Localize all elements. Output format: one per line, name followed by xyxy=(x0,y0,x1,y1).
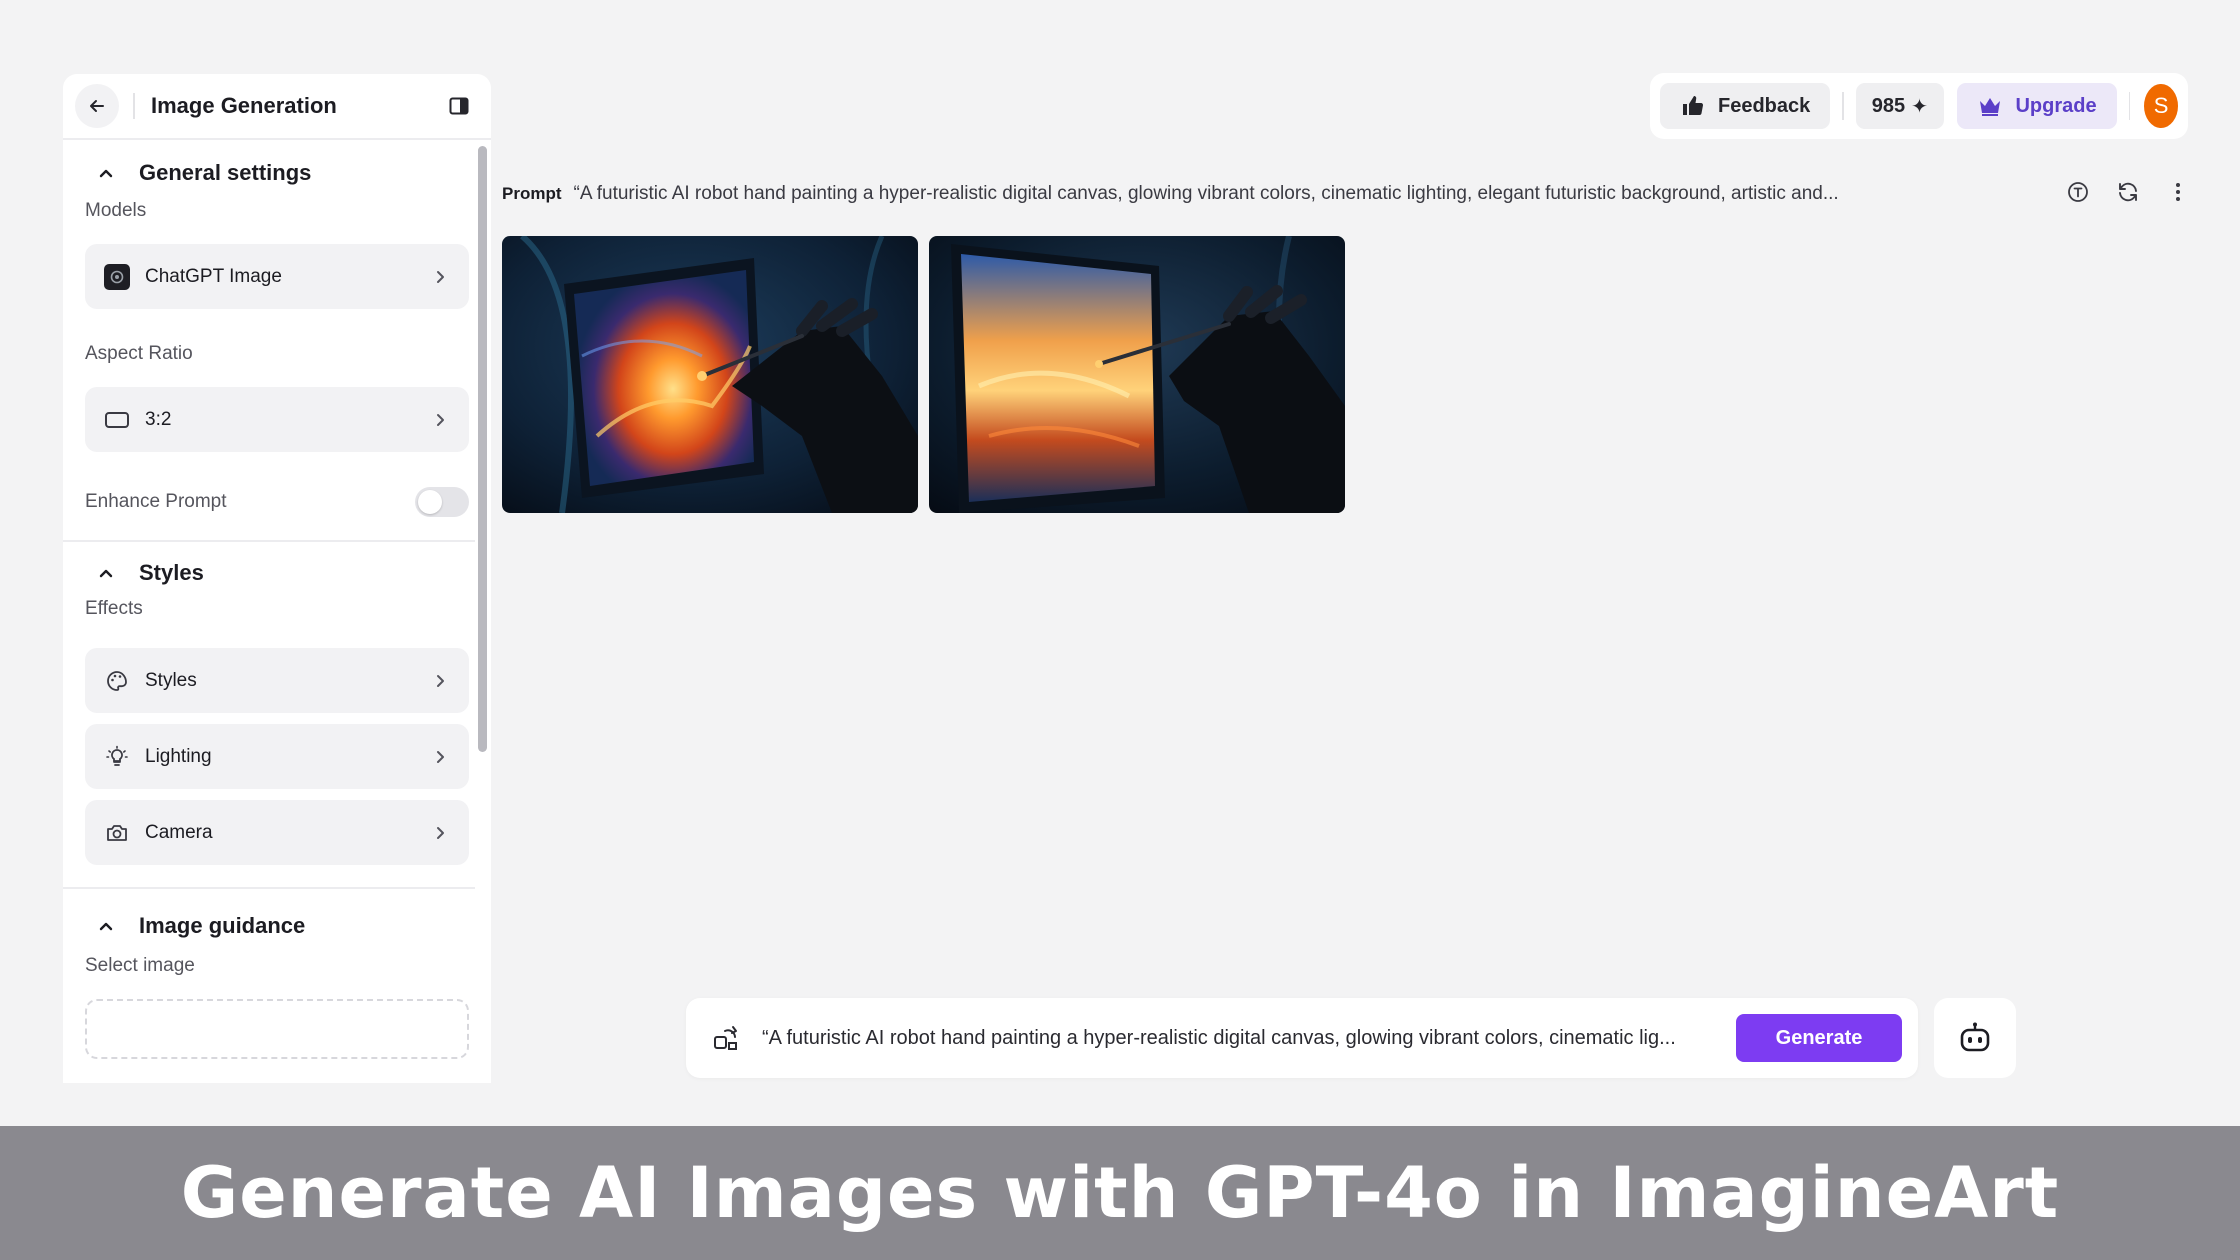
topbar-divider xyxy=(1950,92,1952,120)
prompt-actions xyxy=(2064,178,2192,206)
image-dropzone[interactable] xyxy=(85,999,469,1059)
camera-icon xyxy=(107,824,127,841)
sidebar-title: Image Generation xyxy=(151,93,337,118)
top-action-bar: Feedback 985 ✦ Upgrade S xyxy=(1650,73,2188,139)
regenerate-button[interactable] xyxy=(2114,178,2142,206)
camera-select-label: Camera xyxy=(145,821,213,843)
styles-section-title: Styles xyxy=(139,560,204,585)
collapse-panel-button[interactable] xyxy=(441,88,477,124)
general-settings-toggle[interactable]: General settings xyxy=(63,140,491,206)
generated-image-1[interactable] xyxy=(502,236,918,513)
chevron-right-icon xyxy=(437,826,444,839)
prompt-enhance-button[interactable] xyxy=(710,1022,742,1054)
generate-button[interactable]: Generate xyxy=(1736,1014,1902,1062)
text-prompt-button[interactable] xyxy=(2064,178,2092,206)
camera-select[interactable]: Camera xyxy=(85,800,469,865)
credits-count: 985 xyxy=(1871,94,1906,117)
credits-badge[interactable]: 985 ✦ xyxy=(1855,83,1944,129)
prompt-text: “A futuristic AI robot hand painting a h… xyxy=(573,183,1839,204)
model-value: ChatGPT Image xyxy=(145,265,282,287)
chevron-right-icon xyxy=(437,413,444,426)
lighting-select[interactable]: Lighting xyxy=(85,724,469,789)
chevron-right-icon xyxy=(437,674,444,687)
crown-icon xyxy=(1980,98,2001,116)
aspect-ratio-select[interactable]: 3:2 xyxy=(85,387,469,452)
feedback-button[interactable]: Feedback xyxy=(1660,83,1831,129)
prompt-composer[interactable]: “A futuristic AI robot hand painting a h… xyxy=(686,998,1918,1078)
arrow-left-icon xyxy=(90,100,104,112)
palette-icon xyxy=(107,670,127,691)
more-options-button[interactable] xyxy=(2164,178,2192,206)
composer-text[interactable]: “A futuristic AI robot hand painting a h… xyxy=(762,1027,1700,1050)
lightbulb-icon xyxy=(106,745,128,766)
generated-image-2[interactable] xyxy=(929,236,1345,513)
caption-banner: Generate AI Images with GPT-4o in Imagin… xyxy=(0,1126,2240,1260)
aspect-ratio-icon xyxy=(105,411,129,428)
enhance-prompt-toggle[interactable] xyxy=(415,487,469,517)
section-divider xyxy=(63,887,475,889)
model-select[interactable]: ChatGPT Image xyxy=(85,244,469,309)
chevron-right-icon xyxy=(437,750,444,763)
upgrade-label: Upgrade xyxy=(2015,94,2097,117)
refresh-icon xyxy=(2119,182,2137,202)
aspect-ratio-label: Aspect Ratio xyxy=(85,343,193,364)
aspect-ratio-value: 3:2 xyxy=(145,408,172,430)
chevron-right-icon xyxy=(437,270,444,283)
chevron-up-icon xyxy=(99,569,113,578)
more-vertical-icon xyxy=(2176,183,2180,201)
select-image-label: Select image xyxy=(85,955,195,976)
image-guidance-toggle[interactable]: Image guidance xyxy=(63,893,491,959)
upgrade-button[interactable]: Upgrade xyxy=(1957,83,2117,129)
topbar-divider xyxy=(2128,92,2131,120)
styles-select[interactable]: Styles xyxy=(85,648,469,713)
header-divider xyxy=(133,93,135,119)
sidebar-scrollbar[interactable] xyxy=(478,146,487,752)
panel-toggle-icon xyxy=(449,97,469,115)
caption-text: Generate AI Images with GPT-4o in Imagin… xyxy=(180,1152,2060,1234)
styles-select-label: Styles xyxy=(145,669,197,691)
chatgpt-logo-icon xyxy=(104,263,130,290)
topbar-divider xyxy=(1842,92,1844,120)
enhance-prompt-label: Enhance Prompt xyxy=(85,491,227,512)
robot-icon xyxy=(1960,1022,1990,1052)
models-label: Models xyxy=(85,200,147,221)
thumbs-up-icon xyxy=(1683,96,1704,116)
assistant-button[interactable] xyxy=(1934,998,2016,1078)
image-guidance-title: Image guidance xyxy=(139,913,306,938)
chevron-up-icon xyxy=(99,169,113,178)
general-settings-title: General settings xyxy=(139,160,312,185)
styles-section-toggle[interactable]: Styles xyxy=(63,540,491,606)
back-button[interactable] xyxy=(75,84,119,128)
settings-sidebar: Image Generation General settings Models… xyxy=(63,74,491,1083)
enhance-prompt-row: Enhance Prompt xyxy=(63,474,491,530)
text-box-icon xyxy=(2068,182,2088,202)
sparkle-icon: ✦ xyxy=(1911,95,1928,118)
sidebar-header: Image Generation xyxy=(63,74,491,140)
shapes-swap-icon xyxy=(714,1026,737,1050)
effects-label: Effects xyxy=(85,598,143,619)
user-avatar[interactable]: S xyxy=(2144,84,2178,128)
feedback-label: Feedback xyxy=(1718,94,1811,117)
prompt-display: Prompt “A futuristic AI robot hand paint… xyxy=(502,180,1942,208)
chevron-up-icon xyxy=(99,922,113,931)
lighting-select-label: Lighting xyxy=(145,745,212,767)
prompt-tag: Prompt xyxy=(502,184,562,203)
